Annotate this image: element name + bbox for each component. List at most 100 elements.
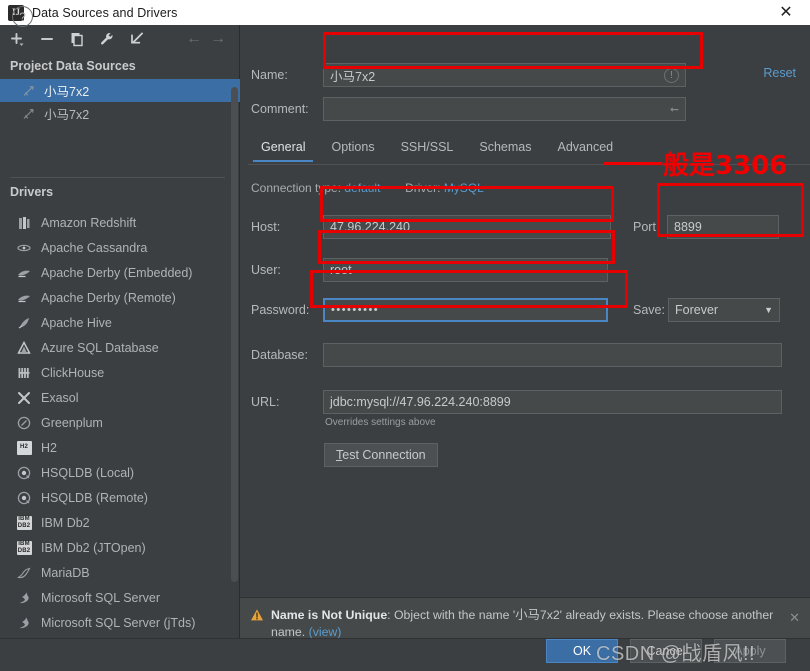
warning-close-icon[interactable]: ✕ xyxy=(789,610,800,626)
driver-label: Driver: xyxy=(405,181,441,195)
driver-list-item[interactable]: IBM DB2 IBM Db2 xyxy=(0,510,240,535)
driver-list-item[interactable]: MariaDB xyxy=(0,560,240,585)
driver-list-item[interactable]: HSQLDB (Local) xyxy=(0,460,240,485)
comment-input[interactable]: ➞ xyxy=(323,97,686,121)
forward-arrow-icon[interactable]: → xyxy=(206,27,230,51)
save-label: Save: xyxy=(633,303,665,317)
url-hint: Overrides settings above xyxy=(325,417,436,428)
host-input[interactable]: 47.96.224.240 xyxy=(323,215,611,239)
error-circle-icon: ! xyxy=(664,67,679,83)
driver-list-item[interactable]: Apache Derby (Remote) xyxy=(0,285,240,310)
project-data-sources-section: Project Data Sources 小马7x2 小马7x2 xyxy=(0,53,240,125)
tab-ssh-ssl[interactable]: SSH/SSL xyxy=(388,137,467,162)
close-icon[interactable]: ✕ xyxy=(776,3,796,23)
ok-button[interactable]: OK xyxy=(546,639,618,663)
driver-label: IBM Db2 (JTOpen) xyxy=(41,540,146,555)
driver-list-item[interactable]: Greenplum xyxy=(0,410,240,435)
driver-list-item[interactable]: HSQLDB (Remote) xyxy=(0,485,240,510)
port-row: Port: 8899 xyxy=(633,215,779,239)
tab-schemas[interactable]: Schemas xyxy=(466,137,544,162)
driver-label: Greenplum xyxy=(41,415,103,430)
add-data-source-button[interactable] xyxy=(4,27,30,51)
name-input-value: 小马7x2 xyxy=(330,69,376,84)
url-label: URL: xyxy=(251,395,280,409)
password-input[interactable]: ••••••••• xyxy=(323,298,608,322)
tab-options[interactable]: Options xyxy=(318,137,387,162)
password-row: Password: ••••••••• xyxy=(251,298,608,322)
tab-advanced[interactable]: Advanced xyxy=(545,137,627,162)
driver-list-item[interactable]: Microsoft SQL Server xyxy=(0,585,240,610)
data-source-label: 小马7x2 xyxy=(44,85,90,99)
driver-list-item[interactable]: Amazon Redshift xyxy=(0,210,240,235)
database-label: Database: xyxy=(251,348,308,362)
import-icon[interactable] xyxy=(124,27,150,51)
annotation-arrow xyxy=(604,162,640,165)
mssql-icon xyxy=(16,615,32,631)
warning-view-link[interactable]: (view) xyxy=(309,625,342,639)
save-select[interactable]: Forever ▼ xyxy=(668,298,780,322)
wrench-icon[interactable] xyxy=(94,27,120,51)
remove-data-source-button[interactable] xyxy=(34,27,60,51)
host-row: Host: 47.96.224.240 xyxy=(251,215,611,239)
database-input[interactable] xyxy=(323,343,782,367)
driver-label: Apache Derby (Embedded) xyxy=(41,265,193,280)
host-input-value: 47.96.224.240 xyxy=(330,220,410,234)
name-input[interactable]: 小马7x2 ! xyxy=(323,63,686,87)
driver-label: ClickHouse xyxy=(41,365,105,380)
port-input[interactable]: 8899 xyxy=(667,215,779,239)
url-input[interactable]: jdbc:mysql://47.96.224.240:8899 xyxy=(323,390,782,414)
driver-list-item[interactable]: IBM DB2 IBM Db2 (JTOpen) xyxy=(0,535,240,560)
driver-list-item[interactable]: Exasol xyxy=(0,385,240,410)
password-label: Password: xyxy=(251,303,310,317)
connection-type-value[interactable]: default xyxy=(344,181,380,195)
driver-list-item[interactable]: Microsoft SQL Server (jTds) xyxy=(0,610,240,635)
driver-value[interactable]: MySQL xyxy=(444,181,484,195)
driver-label: IBM Db2 xyxy=(41,515,90,530)
clickhouse-icon xyxy=(16,365,32,381)
url-row: URL: jdbc:mysql://47.96.224.240:8899 xyxy=(251,390,782,414)
user-input[interactable]: root xyxy=(323,258,608,282)
driver-label: Exasol xyxy=(41,390,79,405)
project-data-sources-title: Project Data Sources xyxy=(10,59,136,73)
hive-icon xyxy=(16,315,32,331)
drivers-title: Drivers xyxy=(10,185,54,199)
save-row: Save: Forever ▼ xyxy=(633,298,780,322)
back-arrow-icon[interactable]: ← xyxy=(182,27,206,51)
driver-list-item[interactable]: Azure SQL Database xyxy=(0,335,240,360)
cancel-button[interactable]: Cancel xyxy=(630,639,702,663)
data-source-item[interactable]: 小马7x2 xyxy=(0,79,240,102)
sidebar-scrollbar[interactable] xyxy=(231,87,238,582)
driver-list-item[interactable]: H2 H2 xyxy=(0,435,240,460)
password-input-value: ••••••••• xyxy=(331,304,380,316)
url-input-value: jdbc:mysql://47.96.224.240:8899 xyxy=(330,395,511,409)
apply-button[interactable]: Apply xyxy=(714,639,786,663)
driver-list-item[interactable]: Apache Cassandra xyxy=(0,235,240,260)
left-panel: ← → Project Data Sources 小马7x2 小马7x2 Driv… xyxy=(0,25,240,655)
reset-button[interactable]: Reset xyxy=(763,66,796,80)
data-source-icon xyxy=(22,84,36,98)
exasol-icon xyxy=(16,390,32,406)
save-select-value: Forever xyxy=(675,303,719,317)
derby-icon xyxy=(16,290,32,306)
user-input-value: root xyxy=(330,263,352,277)
driver-list-item[interactable]: Apache Hive xyxy=(0,310,240,335)
data-source-list: 小马7x2 小马7x2 xyxy=(0,79,240,125)
help-button[interactable]: ? xyxy=(12,6,33,27)
driver-label: HSQLDB (Local) xyxy=(41,465,135,480)
copy-icon[interactable] xyxy=(64,27,90,51)
test-connection-button[interactable]: Test Connection xyxy=(324,443,438,467)
cassandra-icon xyxy=(16,240,32,256)
name-label: Name: xyxy=(251,68,288,82)
hsqldb-icon xyxy=(16,465,32,481)
tab-general[interactable]: General xyxy=(248,137,318,162)
data-source-item[interactable]: 小马7x2 xyxy=(0,102,240,125)
chevron-down-icon: ▼ xyxy=(764,305,773,315)
driver-label: Microsoft SQL Server (jTds) xyxy=(41,615,196,630)
redshift-icon xyxy=(16,215,32,231)
expand-icon[interactable]: ➞ xyxy=(667,103,679,116)
driver-label: MariaDB xyxy=(41,565,90,580)
driver-list-item[interactable]: Apache Derby (Embedded) xyxy=(0,260,240,285)
h2-icon: H2 xyxy=(16,440,32,456)
driver-list-item[interactable]: ClickHouse xyxy=(0,360,240,385)
title-bar: IJ Data Sources and Drivers ✕ xyxy=(0,0,810,25)
